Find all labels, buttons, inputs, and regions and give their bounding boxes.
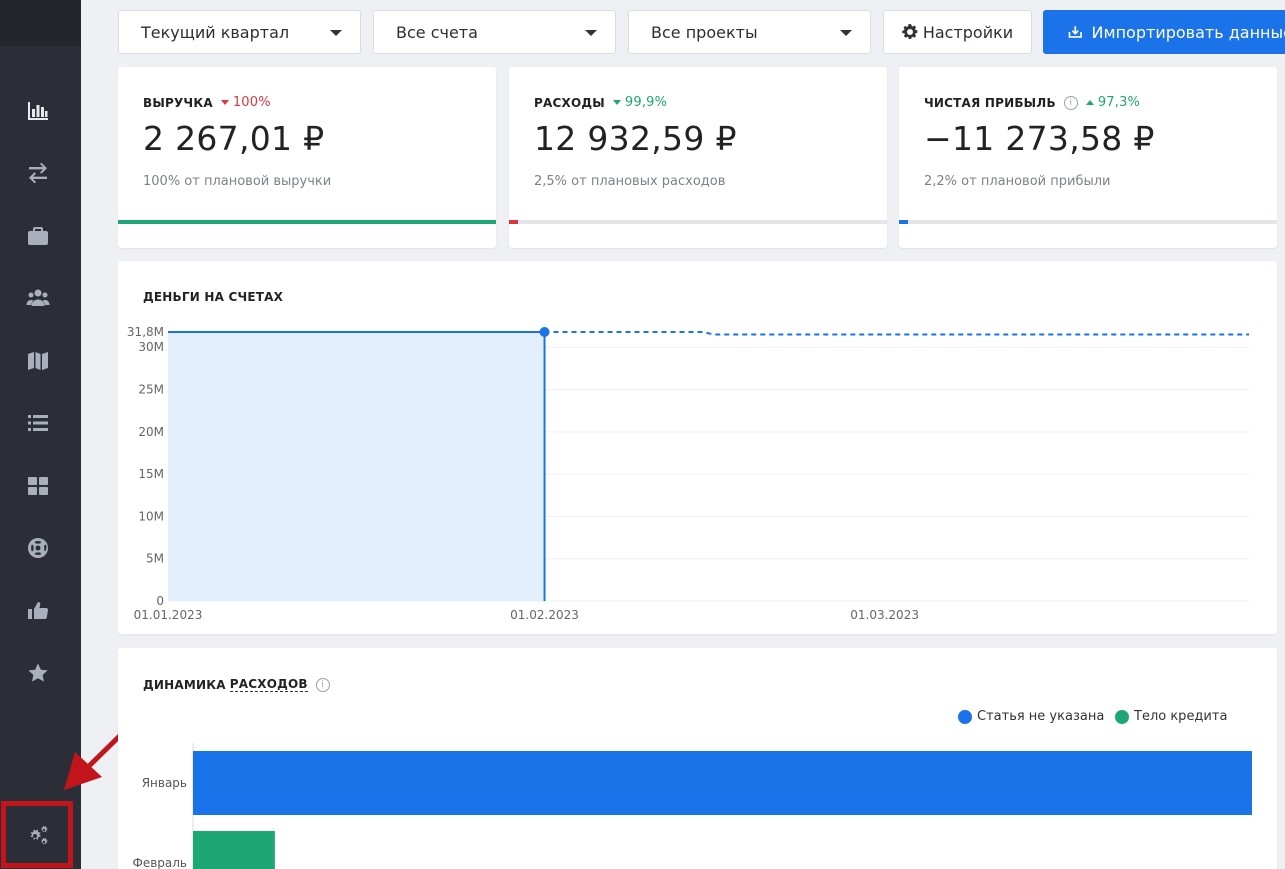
kpi-value: 12 932,59 ₽	[534, 119, 737, 158]
money-chart[interactable]: 0 5M 10M 15M 20M 25M 30M31,8M 01.01.2023 01.02.2…	[118, 261, 1277, 634]
accounts-dropdown-value: Все счета	[396, 22, 478, 42]
kpi-delta-value: 97,3%	[1097, 95, 1141, 110]
triangle-down-icon	[220, 100, 229, 105]
kpi-progress-fill	[509, 220, 519, 224]
settings-button[interactable]: Настройки	[883, 10, 1032, 54]
y-tick-label: 0	[156, 594, 164, 608]
kpi-header: ВЫРУЧКА 100%	[143, 95, 271, 110]
import-data-button[interactable]: Импортировать данные	[1043, 10, 1285, 54]
expenses-chart-panel: ДИНАМИКА РАСХОДОВ i Статья не указана Те…	[118, 648, 1277, 869]
kpi-label: ЧИСТАЯ ПРИБЫЛЬ	[924, 95, 1056, 110]
kpi-subtitle: 2,2% от плановой прибыли	[924, 174, 1111, 189]
kpi-delta: 100%	[220, 95, 271, 110]
expenses-chart[interactable]: Январь Февраль	[118, 648, 1277, 869]
y-tick-label: 15M	[138, 467, 164, 481]
y-tick-label: 5M	[146, 552, 164, 566]
kpi-progress-track	[509, 220, 887, 224]
kpi-progress-fill	[118, 220, 496, 224]
y-tick-label: 30M	[138, 340, 164, 354]
triangle-up-icon	[1085, 100, 1094, 105]
bar-chart-icon[interactable]	[24, 96, 52, 124]
kpi-progress-track	[118, 220, 496, 224]
bar	[193, 751, 1252, 815]
gears-icon[interactable]	[24, 822, 52, 850]
kpi-card-net-profit: ЧИСТАЯ ПРИБЫЛЬ i 97,3% −11 273,58 ₽ 2,2%…	[899, 67, 1277, 248]
kpi-delta: 97,3%	[1085, 95, 1141, 110]
kpi-value: 2 267,01 ₽	[143, 119, 325, 158]
download-tray-icon	[1068, 26, 1082, 38]
kpi-progress-track	[899, 220, 1277, 224]
projects-dropdown-value: Все проекты	[651, 22, 758, 42]
kpi-header: ЧИСТАЯ ПРИБЫЛЬ i 97,3%	[924, 95, 1140, 110]
data-point	[539, 327, 550, 337]
kpi-label: ВЫРУЧКА	[143, 95, 213, 110]
period-dropdown[interactable]: Текущий квартал	[118, 10, 361, 54]
import-data-button-label: Импортировать данные	[1091, 22, 1285, 42]
kpi-progress-fill	[899, 220, 909, 224]
kpi-header: РАСХОДЫ 99,9%	[534, 95, 667, 110]
kpi-delta: 99,9%	[612, 95, 668, 110]
area-fill	[168, 332, 545, 601]
money-chart-panel: ДЕНЬГИ НА СЧЕТАХ 0 5M 10M 15M 20M 25M 30M 31,8M…	[118, 261, 1277, 634]
info-icon[interactable]: i	[1063, 95, 1078, 110]
kpi-subtitle: 100% от плановой выручки	[143, 174, 332, 189]
transfer-arrows-icon[interactable]	[24, 159, 52, 187]
accounts-dropdown[interactable]: Все счета	[373, 10, 616, 54]
y-tick-label: 10M	[138, 509, 164, 523]
period-dropdown-value: Текущий квартал	[141, 22, 290, 42]
map-icon[interactable]	[24, 347, 52, 375]
kpi-delta-value: 100%	[232, 95, 271, 110]
y-tick-label: 31,8M	[127, 325, 164, 339]
star-icon[interactable]	[24, 659, 52, 687]
grid-icon[interactable]	[24, 472, 52, 500]
briefcase-icon[interactable]	[24, 222, 52, 250]
kpi-subtitle: 2,5% от плановых расходов	[534, 174, 726, 189]
kpi-card-expenses: РАСХОДЫ 99,9% 12 932,59 ₽ 2,5% от планов…	[509, 67, 887, 248]
life-ring-icon[interactable]	[24, 534, 52, 562]
y-tick-label: 20M	[138, 425, 164, 439]
kpi-value: −11 273,58 ₽	[924, 119, 1155, 158]
x-tick-label: 01.02.2023	[510, 608, 579, 622]
chevron-down-icon	[330, 30, 342, 36]
chevron-down-icon	[840, 30, 852, 36]
triangle-down-icon	[612, 100, 621, 105]
gear-icon	[902, 24, 918, 39]
category-label: Январь	[142, 776, 187, 790]
x-tick-label: 01.01.2023	[134, 608, 203, 622]
x-tick-label: 01.03.2023	[850, 608, 919, 622]
chevron-down-icon	[585, 30, 597, 36]
kpi-card-revenue: ВЫРУЧКА 100% 2 267,01 ₽ 100% от плановой…	[118, 67, 496, 248]
thumbs-up-icon[interactable]	[24, 597, 52, 625]
y-tick-label: 25M	[138, 383, 164, 397]
list-icon[interactable]	[24, 409, 52, 437]
kpi-delta-value: 99,9%	[624, 95, 668, 110]
sidebar	[0, 0, 81, 869]
projects-dropdown[interactable]: Все проекты	[628, 10, 871, 54]
bar	[193, 831, 275, 869]
forecast-line	[544, 331, 1249, 336]
settings-button-label: Настройки	[922, 22, 1014, 42]
kpi-label: РАСХОДЫ	[534, 95, 605, 110]
users-icon[interactable]	[24, 284, 52, 312]
category-label: Февраль	[133, 856, 188, 869]
sidebar-logo-area	[0, 0, 81, 46]
